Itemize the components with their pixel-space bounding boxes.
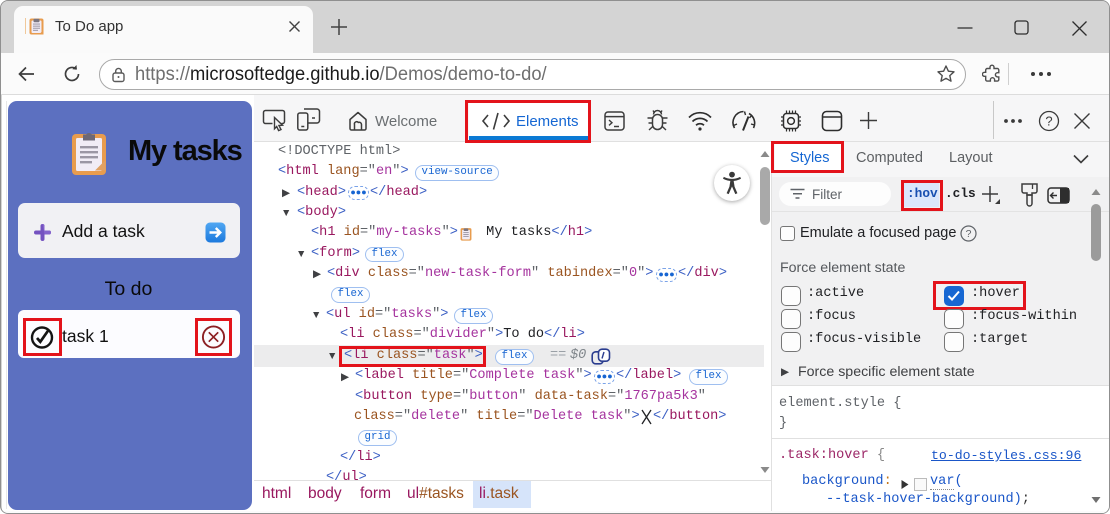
svg-text:?: ? [1045,114,1052,129]
svg-text:?: ? [966,228,972,240]
